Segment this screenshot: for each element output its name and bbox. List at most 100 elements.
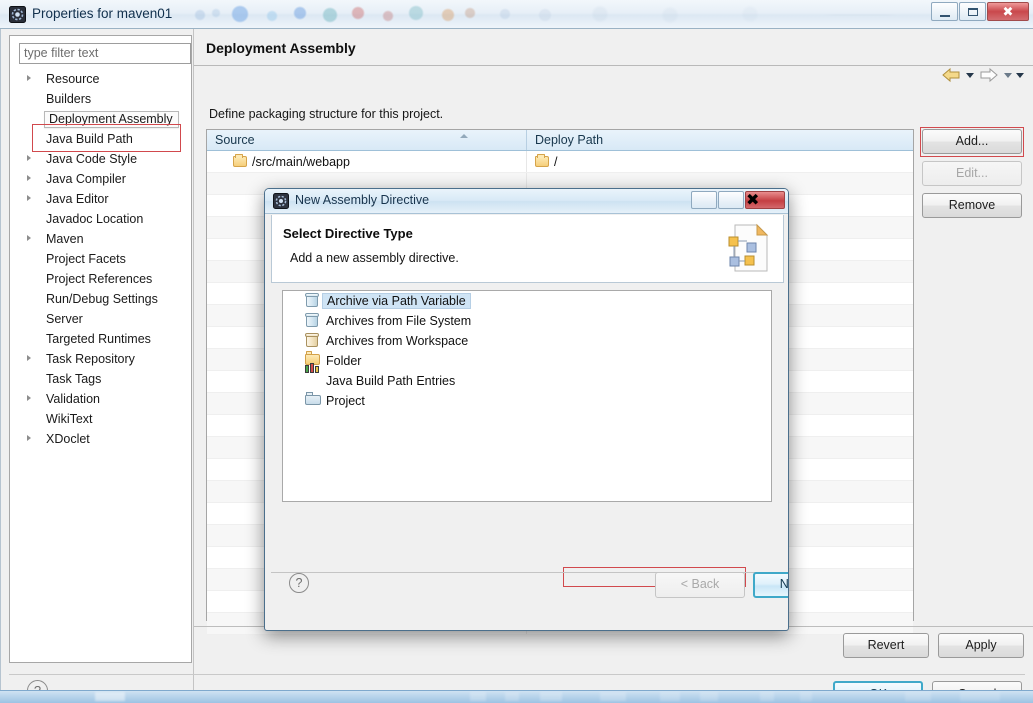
books-icon — [305, 363, 321, 389]
expand-arrow-icon[interactable] — [27, 355, 31, 361]
wizard-title: New Assembly Directive — [295, 193, 430, 207]
page-menu-icon[interactable] — [1016, 72, 1024, 78]
expand-arrow-icon[interactable] — [27, 235, 31, 241]
apply-button[interactable]: Apply — [938, 633, 1024, 658]
sidebar-item-label: Task Tags — [46, 372, 102, 386]
properties-window: Properties for maven01 ✖ type filter tex… — [0, 0, 1033, 703]
sidebar-item-validation[interactable]: Validation — [10, 389, 191, 409]
sidebar-item-label: Builders — [46, 92, 92, 106]
cell-source-text: /src/main/webapp — [252, 154, 350, 169]
sidebar-item-label: Javadoc Location — [46, 212, 144, 226]
sidebar-item-label: WikiText — [46, 412, 93, 426]
directive-option-java-build-path-entries[interactable]: Java Build Path Entries — [283, 363, 771, 391]
wizard-heading: Select Directive Type — [283, 226, 413, 241]
directive-option-archive-via-path-variable[interactable]: Archive via Path Variable — [283, 291, 771, 311]
wizard-window-controls: ✖ — [691, 191, 785, 209]
sidebar-item-label: Maven — [46, 232, 84, 246]
sidebar-item-label: Project References — [46, 272, 153, 286]
forward-dropdown-icon[interactable] — [1004, 72, 1012, 78]
table-header-row: Source Deploy Path — [207, 130, 913, 151]
wizard-maximize-button[interactable] — [718, 191, 744, 209]
sidebar-item-java-editor[interactable]: Java Editor — [10, 189, 191, 209]
directive-option-folder[interactable]: Folder — [283, 351, 771, 371]
close-button[interactable]: ✖ — [987, 2, 1029, 21]
table-row[interactable]: /src/main/webapp / — [207, 151, 913, 173]
sidebar-item-targeted-runtimes[interactable]: Targeted Runtimes — [10, 329, 191, 349]
sidebar-item-label: Java Compiler — [46, 172, 126, 186]
eclipse-properties-icon — [9, 6, 26, 23]
wizard-titlebar[interactable]: New Assembly Directive ✖ — [265, 189, 788, 214]
sidebar-item-builders[interactable]: Builders — [10, 89, 191, 109]
sidebar-item-label: XDoclet — [46, 432, 90, 446]
expand-arrow-icon[interactable] — [27, 155, 31, 161]
wizard-help-question-icon[interactable]: ? — [289, 573, 309, 593]
cell-source: /src/main/webapp — [207, 151, 527, 172]
sidebar-item-xdoclet[interactable]: XDoclet — [10, 429, 191, 449]
sidebar-item-task-repository[interactable]: Task Repository — [10, 349, 191, 369]
minimize-button[interactable] — [931, 2, 958, 21]
jar-icon — [305, 293, 321, 309]
window-controls: ✖ — [931, 2, 1029, 21]
sidebar-item-label: Java Code Style — [46, 152, 138, 166]
back-arrow-icon[interactable] — [940, 66, 962, 84]
expand-arrow-icon[interactable] — [27, 75, 31, 81]
table-action-buttons: Add... Edit... Remove — [922, 129, 1022, 225]
directive-option-archives-from-workspace[interactable]: Archives from Workspace — [283, 331, 771, 351]
close-icon: ✖ — [1002, 4, 1014, 19]
wizard-close-icon: ✖ — [746, 192, 760, 209]
directive-option-archives-from-file-system[interactable]: Archives from File System — [283, 311, 771, 331]
sidebar-item-java-build-path[interactable]: Java Build Path — [10, 129, 191, 149]
eclipse-wizard-icon — [273, 193, 289, 209]
filter-placeholder: type filter text — [24, 46, 99, 60]
cell-deploy-path-text: / — [554, 154, 558, 169]
wizard-minimize-button[interactable] — [691, 191, 717, 209]
directive-option-label: Java Build Path Entries — [326, 374, 456, 388]
sidebar-item-wikitext[interactable]: WikiText — [10, 409, 191, 429]
sidebar-item-label: Deployment Assembly — [44, 110, 179, 128]
column-header-source[interactable]: Source — [207, 130, 527, 150]
wizard-buttons: < BackNext >FinishCancel — [655, 572, 788, 598]
sidebar-item-label: Java Editor — [46, 192, 109, 206]
add-button[interactable]: Add... — [922, 129, 1022, 154]
directive-option-project[interactable]: Project — [283, 391, 771, 411]
sidebar-item-server[interactable]: Server — [10, 309, 191, 329]
directive-option-label: Archive via Path Variable — [322, 293, 471, 309]
back-dropdown-icon[interactable] — [966, 72, 974, 78]
sidebar-item-project-facets[interactable]: Project Facets — [10, 249, 191, 269]
sidebar-item-label: Project Facets — [46, 252, 126, 266]
sidebar-item-java-code-style[interactable]: Java Code Style — [10, 149, 191, 169]
wizard-close-button[interactable]: ✖ — [745, 191, 785, 209]
expand-arrow-icon[interactable] — [27, 395, 31, 401]
expand-arrow-icon[interactable] — [27, 435, 31, 441]
sidebar-item-maven[interactable]: Maven — [10, 229, 191, 249]
sidebar-item-javadoc-location[interactable]: Javadoc Location — [10, 209, 191, 229]
sidebar-item-task-tags[interactable]: Task Tags — [10, 369, 191, 389]
settings-tree: Resource Builders Deployment Assembly Java … — [10, 69, 191, 449]
sidebar-item-resource[interactable]: Resource — [10, 69, 191, 89]
directive-option-label: Archives from File System — [326, 314, 472, 328]
page-description: Define packaging structure for this proj… — [209, 107, 444, 121]
sidebar-item-java-compiler[interactable]: Java Compiler — [10, 169, 191, 189]
sidebar-item-deployment-assembly[interactable]: Deployment Assembly — [10, 109, 191, 129]
expand-arrow-icon[interactable] — [27, 175, 31, 181]
folder-icon — [233, 154, 247, 167]
remove-button[interactable]: Remove — [922, 193, 1022, 218]
maximize-button[interactable] — [959, 2, 986, 21]
column-header-deploy-path[interactable]: Deploy Path — [527, 130, 913, 150]
window-titlebar[interactable]: Properties for maven01 ✖ — [0, 0, 1033, 29]
desktop-taskbar-strip — [0, 690, 1033, 703]
forward-arrow-icon[interactable] — [978, 66, 1000, 84]
filter-input[interactable]: type filter text — [19, 43, 191, 64]
sort-ascending-icon — [460, 134, 468, 138]
page-navigation — [940, 66, 1024, 84]
directive-option-label: Project — [326, 394, 365, 408]
expand-arrow-icon[interactable] — [27, 195, 31, 201]
wizard-back-button: < Back — [655, 572, 745, 598]
sidebar-item-run-debug-settings[interactable]: Run/Debug Settings — [10, 289, 191, 309]
cell-deploy-path: / — [527, 151, 913, 172]
wizard-header: Select Directive Type Add a new assembly… — [271, 215, 784, 283]
directive-type-list[interactable]: Archive via Path Variable Archives from F… — [282, 290, 772, 502]
revert-button[interactable]: Revert — [843, 633, 929, 658]
wizard-next-button[interactable]: Next > — [753, 572, 788, 598]
sidebar-item-project-references[interactable]: Project References — [10, 269, 191, 289]
